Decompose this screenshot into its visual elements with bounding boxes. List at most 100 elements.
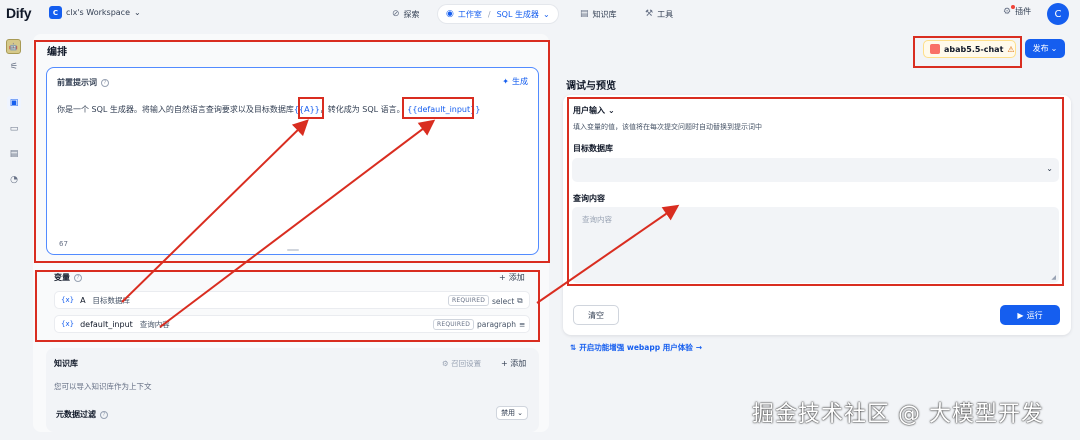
nav-knowledge-label: 知识库 xyxy=(592,9,617,19)
plus-icon: + xyxy=(501,359,508,368)
settings-icon: ⚙ xyxy=(442,359,449,368)
clear-button[interactable]: 清空 xyxy=(573,305,619,325)
logs-icon[interactable]: ▤ xyxy=(7,147,21,161)
retrieval-settings-label: 召回设置 xyxy=(451,359,482,368)
chevron-down-icon: ⌄ xyxy=(134,8,141,17)
app-name[interactable]: SQL 生成器 xyxy=(497,9,539,20)
play-icon: ▶ xyxy=(1017,310,1024,320)
user-input-hint: 填入变量的值，该值将在每次提交问题时自动替换到提示词中 xyxy=(573,123,762,131)
variables-header: 变量 ? xyxy=(54,272,82,283)
nav-studio[interactable]: ◉ 工作室 / SQL 生成器 ⌄ xyxy=(438,5,558,23)
variable-row[interactable]: {x} A 目标数据库 REQUIRED select ⧉ xyxy=(54,291,530,309)
orchestrate-icon[interactable]: ▣ xyxy=(7,96,21,110)
retrieval-settings-button: ⚙ 召回设置 xyxy=(442,358,481,369)
knowledge-section: 知识库 ⚙ 召回设置 + 添加 您可以导入知识库作为上下文 元数据过滤 ? 禁用… xyxy=(46,348,539,432)
app-icon[interactable]: 🤖 xyxy=(6,39,21,54)
warning-icon: ⚠ xyxy=(1007,44,1015,54)
publish-button[interactable]: 发布 ⌄ xyxy=(1025,39,1065,58)
variable-key: default_input xyxy=(80,319,133,329)
watermark: 掘金技术社区 @ 大模型开发 xyxy=(752,402,1044,427)
notification-dot xyxy=(1011,4,1015,9)
resize-grip-icon[interactable]: ◢ xyxy=(1051,274,1056,281)
resize-handle[interactable] xyxy=(287,249,299,251)
chevron-down-icon: ⌄ xyxy=(542,9,550,19)
nav-explore[interactable]: ⊘ 探索 xyxy=(392,5,420,23)
hammer-icon: ⚒ xyxy=(645,9,654,19)
knowledge-hint: 您可以导入知识库作为上下文 xyxy=(54,382,152,391)
variable-name: 目标数据库 xyxy=(92,295,131,305)
top-bar: Dify C clx's Workspace ⌄ ⊘ 探索 ◉ 工作室 / SQ… xyxy=(0,0,1080,30)
add-variable-label: 添加 xyxy=(508,273,525,282)
nav-knowledge[interactable]: ▤ 知识库 xyxy=(580,5,617,23)
avatar[interactable]: C xyxy=(1047,3,1069,25)
copy-icon: ⧉ xyxy=(517,296,523,305)
workspace-badge: C xyxy=(49,6,62,19)
nav-separator: / xyxy=(487,9,491,19)
add-knowledge-button[interactable]: + 添加 xyxy=(501,358,526,369)
left-rail: 🤖 ⚟ ▣ ▭ ▤ ◔ xyxy=(0,34,28,440)
publish-label: 发布 xyxy=(1032,44,1049,53)
variable-icon: {x} xyxy=(61,296,75,304)
metadata-filter-select[interactable]: 禁用 ⌄ xyxy=(496,406,528,420)
user-input-toggle[interactable]: 用户输入 ⌄ xyxy=(573,105,615,116)
variable-type: select ⧉ xyxy=(492,296,523,306)
prompt-header: 前置提示词 ? xyxy=(57,77,109,88)
required-badge: REQUIRED xyxy=(448,295,490,306)
chevron-down-icon: ⌄ xyxy=(1046,164,1053,173)
chevron-down-icon: ⌄ xyxy=(608,106,615,115)
arrow-right-icon: → xyxy=(695,343,702,352)
variable-type-label: paragraph xyxy=(477,320,516,329)
nav-tools[interactable]: ⚒ 工具 xyxy=(645,5,673,23)
nav-studio-label: 工作室 xyxy=(457,9,482,19)
sliders-icon[interactable]: ⚟ xyxy=(7,60,21,74)
monitor-icon[interactable]: ◔ xyxy=(7,173,21,187)
plus-icon: + xyxy=(499,273,506,282)
variables-title: 变量 xyxy=(54,273,70,282)
prompt-text-before: 你是一个 SQL 生成器。将输入的自然语言查询要求以及目标数据库 xyxy=(57,105,294,114)
run-label: 运行 xyxy=(1026,310,1043,320)
chevron-down-icon: ⌄ xyxy=(1050,44,1058,53)
workspace-name: clx's Workspace xyxy=(66,8,130,17)
add-variable-button[interactable]: + 添加 xyxy=(499,272,525,283)
chevron-down-icon: ⌄ xyxy=(517,409,523,417)
prompt-var-default-input[interactable]: {{default_input}} xyxy=(407,105,480,114)
feature-link-label: 开启功能增强 webapp 用户体验 xyxy=(579,343,693,352)
debug-title: 调试与预览 xyxy=(566,81,616,92)
run-button[interactable]: ▶ 运行 xyxy=(1000,305,1060,325)
compass-icon: ⊘ xyxy=(392,9,400,19)
prompt-title: 前置提示词 xyxy=(57,78,97,87)
variable-type: paragraph ≡ xyxy=(477,320,525,329)
model-name: abab5.5-chat xyxy=(944,44,1004,54)
plugin-icon: ⚙ xyxy=(1003,4,1015,17)
book-icon: ▤ xyxy=(580,9,589,19)
field-query-label: 查询内容 xyxy=(573,194,605,203)
plugins-button[interactable]: ⚙ 插件 xyxy=(1003,4,1031,17)
field-target-db-label: 目标数据库 xyxy=(573,144,613,153)
user-input-title: 用户输入 xyxy=(573,106,605,115)
prompt-text[interactable]: 你是一个 SQL 生成器。将输入的自然语言查询要求以及目标数据库{{A}}，转化… xyxy=(57,104,480,115)
query-textarea[interactable]: 查询内容 ◢ xyxy=(572,207,1059,283)
prompt-text-middle: ，转化成为 SQL 语言。 xyxy=(319,105,405,114)
required-badge: REQUIRED xyxy=(433,319,475,330)
target-db-select[interactable]: ⌄ xyxy=(572,158,1059,182)
feature-enhance-link[interactable]: ⇅ 开启功能增强 webapp 用户体验 → xyxy=(570,342,702,353)
prompt-editor[interactable]: 前置提示词 ? ✦ 生成 你是一个 SQL 生成器。将输入的自然语言查询要求以及… xyxy=(46,67,539,255)
sparkle-icon: ⇅ xyxy=(570,343,577,352)
model-icon xyxy=(930,44,940,54)
char-count: 67 xyxy=(59,240,68,248)
nav-explore-label: 探索 xyxy=(403,9,420,19)
terminal-icon[interactable]: ▭ xyxy=(7,122,21,136)
variable-type-label: select xyxy=(492,296,515,306)
dify-logo[interactable]: Dify xyxy=(6,5,32,21)
sparkle-icon: ✦ xyxy=(502,77,509,86)
help-icon: ? xyxy=(101,78,109,87)
model-selector[interactable]: abab5.5-chat ⚠ xyxy=(923,40,1016,58)
generate-button[interactable]: ✦ 生成 xyxy=(502,76,528,87)
orchestrate-title: 编排 xyxy=(47,47,67,58)
robot-icon: ◉ xyxy=(446,9,454,19)
variable-row[interactable]: {x} default_input 查询内容 REQUIRED paragrap… xyxy=(54,315,530,333)
variable-key: A xyxy=(80,295,86,305)
workspace-switcher[interactable]: C clx's Workspace ⌄ xyxy=(49,6,141,19)
metadata-filter-title: 元数据过滤 xyxy=(56,410,96,419)
prompt-var-a[interactable]: {{A}} xyxy=(294,105,320,114)
